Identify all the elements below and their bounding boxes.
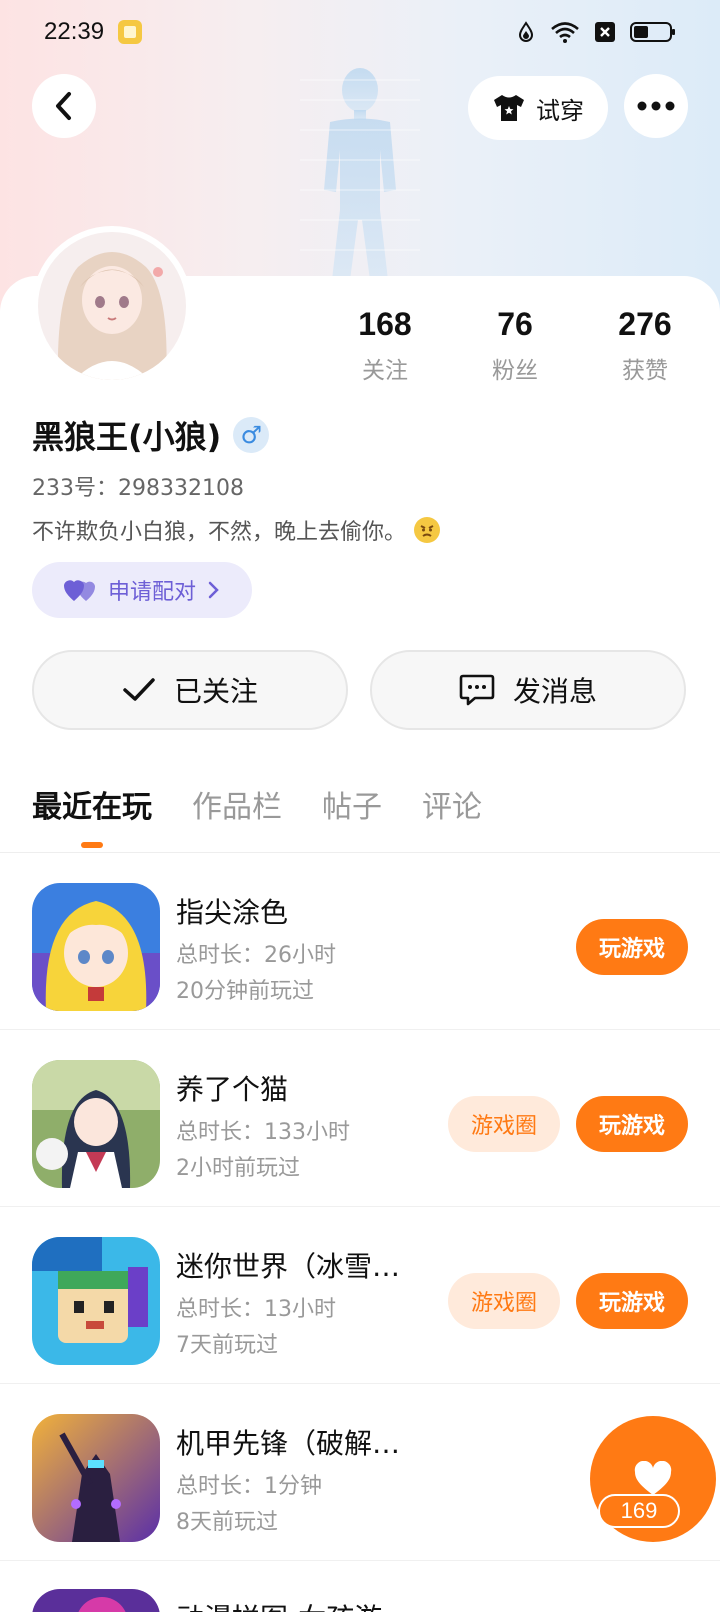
stat-likes[interactable]: 276 获赞 <box>590 306 700 385</box>
game-last-played: 2小时前玩过 <box>176 1156 300 1181</box>
stat-following-label: 关注 <box>362 358 408 384</box>
heart-icon <box>634 1461 672 1495</box>
list-item[interactable]: 指尖涂色 总时长：26小时 20分钟前玩过 玩游戏 <box>0 853 720 1030</box>
anime-girl-icon <box>32 883 160 1011</box>
like-count-badge: 169 <box>598 1494 680 1528</box>
game-icon-raised-a-cat <box>32 1060 160 1188</box>
angry-face-emoji-icon <box>414 517 441 543</box>
send-message-button[interactable]: 发消息 <box>370 650 686 730</box>
game-last-played: 8天前玩过 <box>176 1510 278 1535</box>
game-title: 机甲先锋（破解版） <box>176 1427 426 1460</box>
game-title: 迷你世界（冰雪奇缘） <box>176 1250 426 1283</box>
chevron-right-icon <box>208 581 219 599</box>
game-icon-mini-world <box>32 1237 160 1365</box>
profile-bio: 不许欺负小白狼，不然，晚上去偷你。 <box>32 514 441 546</box>
status-time: 22:39 <box>44 18 105 45</box>
more-options-button[interactable] <box>624 74 688 138</box>
stat-likes-value: 276 <box>618 306 672 342</box>
anime-schoolgirl-icon <box>32 1060 160 1188</box>
stat-following[interactable]: 168 关注 <box>330 306 440 385</box>
game-last-played: 20分钟前玩过 <box>176 979 314 1004</box>
game-title: 指尖涂色 <box>176 896 289 929</box>
blocky-character-icon <box>32 1237 160 1365</box>
active-tab-indicator <box>81 842 103 848</box>
list-item[interactable]: 迷你世界（冰雪奇缘） 总时长：13小时 7天前玩过 游戏圈 玩游戏 <box>0 1207 720 1384</box>
sim-disabled-icon <box>595 22 615 42</box>
battery-icon <box>630 22 675 42</box>
followed-button[interactable]: 已关注 <box>32 650 348 730</box>
status-bar: 22:39 <box>0 0 720 64</box>
tab-recently-played[interactable]: 最近在玩 <box>32 782 152 826</box>
back-button[interactable] <box>32 74 96 138</box>
followed-label: 已关注 <box>173 675 258 708</box>
profile-tabs: 最近在玩 作品栏 帖子 评论 <box>32 782 482 826</box>
wifi-icon <box>551 22 579 43</box>
game-playtime: 总时长：26小时 <box>176 943 336 968</box>
notification-app-icon <box>118 20 143 44</box>
data-saver-icon <box>518 21 534 42</box>
request-pair-button[interactable]: 申请配对 <box>32 562 252 618</box>
list-item[interactable]: 养了个猫 总时长：133小时 2小时前玩过 游戏圈 玩游戏 <box>0 1030 720 1207</box>
checkmark-icon <box>123 678 155 701</box>
anime-puzzle-icon <box>32 1589 160 1612</box>
game-title: 动漫拼图-女孩游戏 Anime <box>176 1597 426 1612</box>
request-pair-label: 申请配对 <box>107 580 196 605</box>
profile-stats: 168 关注 76 粉丝 276 获赞 <box>330 306 700 385</box>
profile-name-row: 黑狼王(小狼) ♂ <box>32 412 270 458</box>
game-icon-mecha-vanguard <box>32 1414 160 1542</box>
profile-name: 黑狼王(小狼) <box>32 418 222 456</box>
game-circle-button[interactable]: 游戏圈 <box>448 1096 560 1152</box>
stat-followers[interactable]: 76 粉丝 <box>460 306 570 385</box>
game-icon-anime-puzzle <box>32 1589 160 1612</box>
avatar[interactable] <box>32 226 192 386</box>
send-message-label: 发消息 <box>512 675 597 708</box>
game-playtime: 总时长：1分钟 <box>176 1474 322 1499</box>
game-icon-finger-coloring <box>32 883 160 1011</box>
chat-bubble-icon <box>459 674 495 706</box>
play-game-button[interactable]: 玩游戏 <box>576 919 688 975</box>
stat-following-value: 168 <box>358 306 412 342</box>
game-last-played: 7天前玩过 <box>176 1333 278 1358</box>
hearts-icon <box>63 580 95 601</box>
profile-bio-text: 不许欺负小白狼，不然，晚上去偷你。 <box>32 520 407 545</box>
floating-like-button[interactable]: 169 <box>590 1416 716 1542</box>
tab-works[interactable]: 作品栏 <box>192 782 282 826</box>
game-playtime: 总时长：133小时 <box>176 1120 350 1145</box>
stat-likes-label: 获赞 <box>622 358 668 384</box>
profile-uid: 233号：298332108 <box>32 476 244 501</box>
avatar-illustration <box>38 232 186 380</box>
chevron-left-icon <box>56 92 71 120</box>
mecha-robot-icon <box>32 1414 160 1542</box>
stat-followers-value: 76 <box>497 306 533 342</box>
try-on-label: 试穿 <box>536 96 584 125</box>
avatar-hologram-figure <box>300 68 420 280</box>
game-circle-button[interactable]: 游戏圈 <box>448 1273 560 1329</box>
stat-followers-label: 粉丝 <box>492 358 538 384</box>
more-dots-icon <box>637 101 675 111</box>
game-playtime: 总时长：13小时 <box>176 1297 336 1322</box>
game-title: 养了个猫 <box>176 1073 289 1106</box>
play-game-button[interactable]: 玩游戏 <box>576 1096 688 1152</box>
try-on-button[interactable]: 试穿 <box>468 76 608 140</box>
gender-male-icon: ♂ <box>233 417 270 453</box>
tshirt-icon <box>494 95 524 121</box>
tab-comments[interactable]: 评论 <box>422 782 482 826</box>
tab-posts[interactable]: 帖子 <box>322 782 382 826</box>
status-icons <box>516 21 676 43</box>
list-item[interactable]: 动漫拼图-女孩游戏 Anime <box>0 1561 720 1612</box>
play-game-button[interactable]: 玩游戏 <box>576 1273 688 1329</box>
